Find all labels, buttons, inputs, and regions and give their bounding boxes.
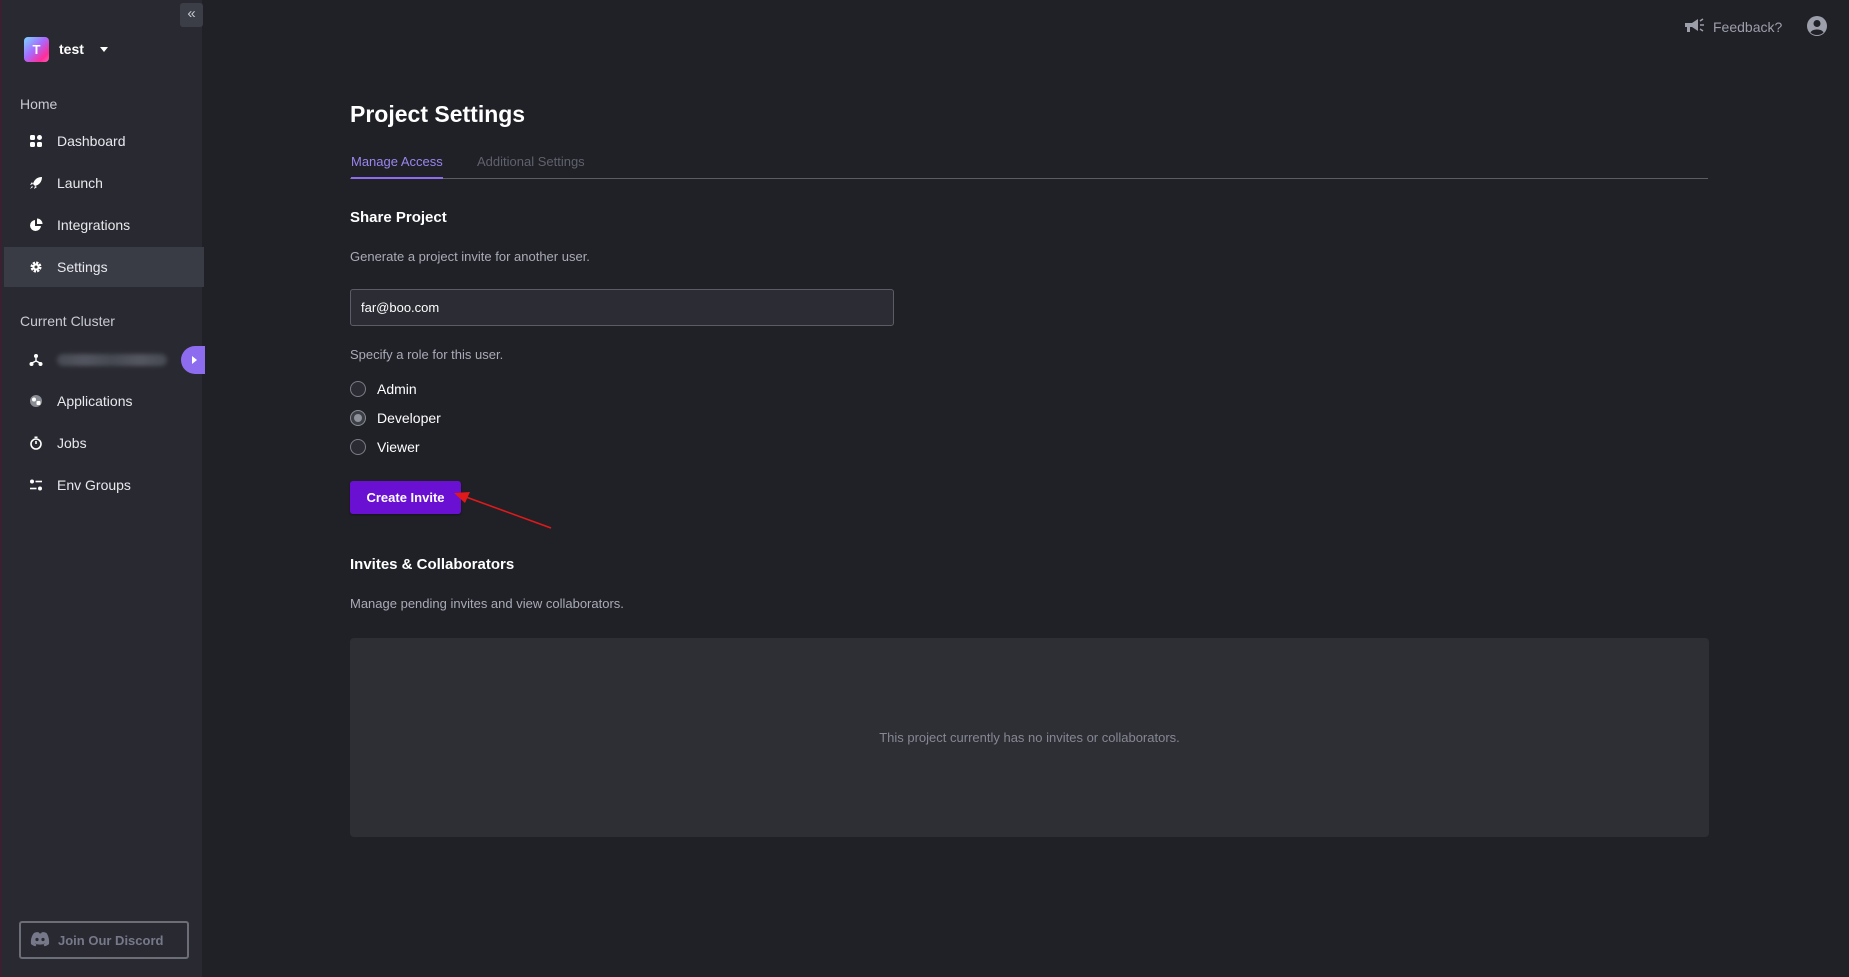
sidebar-item-dashboard[interactable]: Dashboard [4,121,204,161]
sidebar-item-label: Integrations [57,217,131,233]
feedback-label: Feedback? [1713,19,1783,35]
sidebar: « T test Home Dashboard Launch Integrati… [0,0,205,977]
account-icon[interactable] [1806,15,1828,37]
role-option-viewer[interactable]: Viewer [350,437,420,457]
role-label: Viewer [377,439,420,455]
sidebar-item-integrations[interactable]: Integrations [4,205,204,245]
caret-down-icon [99,46,108,52]
pie-chart-icon [29,218,43,232]
home-section-label: Home [20,96,58,112]
cluster-name-redacted [57,354,167,366]
cluster-expand-button[interactable] [181,346,205,374]
empty-state-text: This project currently has no invites or… [879,730,1180,745]
collaborators-description: Manage pending invites and view collabor… [350,596,624,611]
sidebar-item-jobs[interactable]: Jobs [4,423,204,463]
collaborators-list-empty: This project currently has no invites or… [350,638,1709,837]
sidebar-item-applications[interactable]: Applications [4,381,204,421]
role-option-developer[interactable]: Developer [350,408,441,428]
gear-icon [29,260,43,274]
project-logo: T [24,36,49,62]
sidebar-item-label: Dashboard [57,133,126,149]
stopwatch-icon [29,436,43,450]
tab-additional-settings[interactable]: Additional Settings [477,154,585,179]
sidebar-item-env-groups[interactable]: Env Groups [4,465,204,505]
env-groups-icon [29,478,43,492]
tab-manage-access[interactable]: Manage Access [351,154,443,179]
sidebar-item-label: Launch [57,175,103,191]
role-prompt: Specify a role for this user. [350,347,504,362]
cluster-selector[interactable] [4,340,204,380]
page-title: Project Settings [350,101,526,127]
chevron-right-icon [192,356,197,364]
settings-tabs: Manage Access Additional Settings [350,150,1708,179]
sidebar-item-settings[interactable]: Settings [4,247,204,287]
join-discord-button[interactable]: Join Our Discord [19,921,189,959]
radio-button-selected[interactable] [350,410,366,426]
share-project-heading: Share Project [350,209,447,226]
radio-dot [354,414,362,422]
radio-button[interactable] [350,439,366,455]
collaborators-heading: Invites & Collaborators [350,556,515,573]
radio-button[interactable] [350,381,366,397]
project-selector[interactable]: T test [24,36,108,62]
rocket-icon [29,176,43,190]
feedback-button[interactable]: Feedback? [1683,16,1782,38]
sidebar-item-label: Env Groups [57,477,131,493]
sidebar-item-label: Settings [57,259,108,275]
role-option-admin[interactable]: Admin [350,379,417,399]
project-name: test [59,41,84,57]
sidebar-item-launch[interactable]: Launch [4,163,204,203]
share-project-description: Generate a project invite for another us… [350,249,590,264]
role-label: Admin [377,381,417,397]
annotation-arrow-icon [454,492,552,529]
applications-icon [29,394,43,408]
discord-icon [30,931,50,950]
discord-label: Join Our Discord [58,932,164,948]
megaphone-icon [1683,17,1705,38]
create-invite-button[interactable]: Create Invite [350,481,461,514]
grid-icon [29,134,43,148]
collapse-sidebar-button[interactable]: « [180,3,203,27]
invite-email-input[interactable] [350,289,894,326]
sidebar-item-label: Jobs [57,435,87,451]
role-label: Developer [377,410,441,426]
sidebar-item-label: Applications [57,393,133,409]
cluster-icon [29,353,43,367]
cluster-section-label: Current Cluster [20,313,115,329]
